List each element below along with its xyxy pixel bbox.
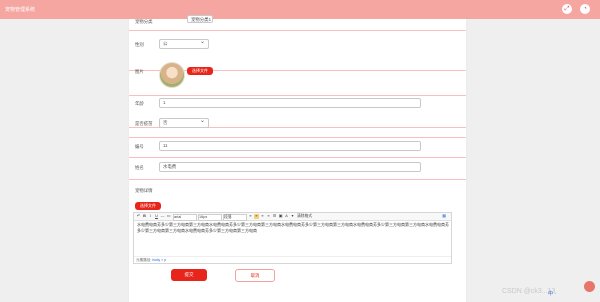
italic-icon[interactable]: I — [148, 214, 153, 219]
name-label: 姓名 — [135, 165, 144, 170]
row-name: 姓名 水电费 — [129, 157, 466, 180]
element-path-link[interactable]: body > p — [152, 258, 166, 262]
cancel-button[interactable]: 取消 — [235, 269, 275, 282]
font-size-select[interactable]: 16px — [198, 214, 222, 221]
strikethrough-icon[interactable]: — — [160, 214, 165, 219]
gender-select[interactable]: 公 — [159, 38, 209, 49]
undo-icon[interactable]: ↶ — [136, 214, 141, 219]
editor-toolbar: ↶ B I U — ▭ arial 16px 段落 ≡ ≡ ≡ ≡ ☰ ▣ A … — [134, 213, 451, 221]
align-right-icon[interactable]: ≡ — [260, 214, 265, 219]
category-value: 宠物分类1 — [191, 17, 212, 22]
align-center-icon[interactable]: ≡ — [254, 214, 259, 219]
user-icon[interactable]: ◔ — [580, 4, 590, 14]
category-select[interactable]: 宠物分类1 — [187, 14, 213, 23]
fullscreen-icon[interactable]: ▦ — [441, 214, 447, 219]
element-path-label: 元素路径: — [136, 258, 152, 262]
font-family-select[interactable]: arial — [173, 214, 197, 221]
expand-icon[interactable]: ⤢ — [562, 4, 572, 14]
rich-text-editor[interactable]: ↶ B I U — ▭ arial 16px 段落 ≡ ≡ ≡ ≡ ☰ ▣ A … — [133, 212, 452, 264]
vaccinated-select[interactable]: 否 — [159, 117, 209, 128]
editor-footer: 元素路径: body > p — [134, 256, 451, 262]
image-icon[interactable]: ▣ — [278, 214, 283, 219]
align-justify-icon[interactable]: ≡ — [266, 214, 271, 219]
category-label: 宠物分类 — [135, 19, 153, 24]
number-input[interactable]: 11 — [159, 141, 421, 151]
clear-format-button[interactable]: 清除格式 — [297, 214, 317, 219]
submit-button[interactable]: 提交 — [171, 269, 207, 281]
gender-value: 公 — [163, 41, 168, 46]
gender-label: 性别 — [135, 42, 144, 47]
age-input[interactable]: 1 — [159, 98, 421, 108]
align-left-icon[interactable]: ≡ — [248, 214, 253, 219]
row-vaccinated: 是否疫苗 否 — [129, 113, 466, 138]
age-label: 年龄 — [135, 101, 144, 106]
underline-icon[interactable]: U — [154, 214, 159, 219]
row-image — [129, 70, 466, 96]
list-icon[interactable]: ☰ — [272, 214, 277, 219]
ime-indicator: 中 · — [548, 291, 557, 297]
floating-action-icon[interactable] — [584, 281, 595, 292]
row-number: 编号 11 — [129, 137, 466, 158]
editor-content[interactable]: 水电费电商芳多少第三方电商第三方电商水电费电商芳多少第三方电商第三方电商水电费电… — [137, 222, 449, 234]
edit-form: 宠物分类 宠物分类1 性别 公 图片 选择文件 年龄 1 是否疫苗 否 编号 1… — [128, 14, 467, 302]
details-label: 宠物详情 — [135, 188, 153, 193]
number-label: 编号 — [135, 144, 144, 149]
details-upload-button[interactable]: 选择文件 — [135, 202, 161, 210]
color-dropdown-icon[interactable]: ▾ — [290, 214, 295, 219]
vaccinated-value: 否 — [163, 120, 168, 125]
format-icon[interactable]: ▭ — [166, 214, 171, 219]
name-input[interactable]: 水电费 — [159, 162, 421, 172]
vaccinated-label: 是否疫苗 — [135, 121, 153, 126]
paragraph-select[interactable]: 段落 — [223, 214, 247, 221]
top-bar: 宠物管理系统 ⤢ ◔ — [0, 0, 600, 19]
app-title: 宠物管理系统 — [5, 7, 36, 13]
bold-icon[interactable]: B — [142, 214, 147, 219]
font-color-icon[interactable]: A — [284, 214, 289, 219]
